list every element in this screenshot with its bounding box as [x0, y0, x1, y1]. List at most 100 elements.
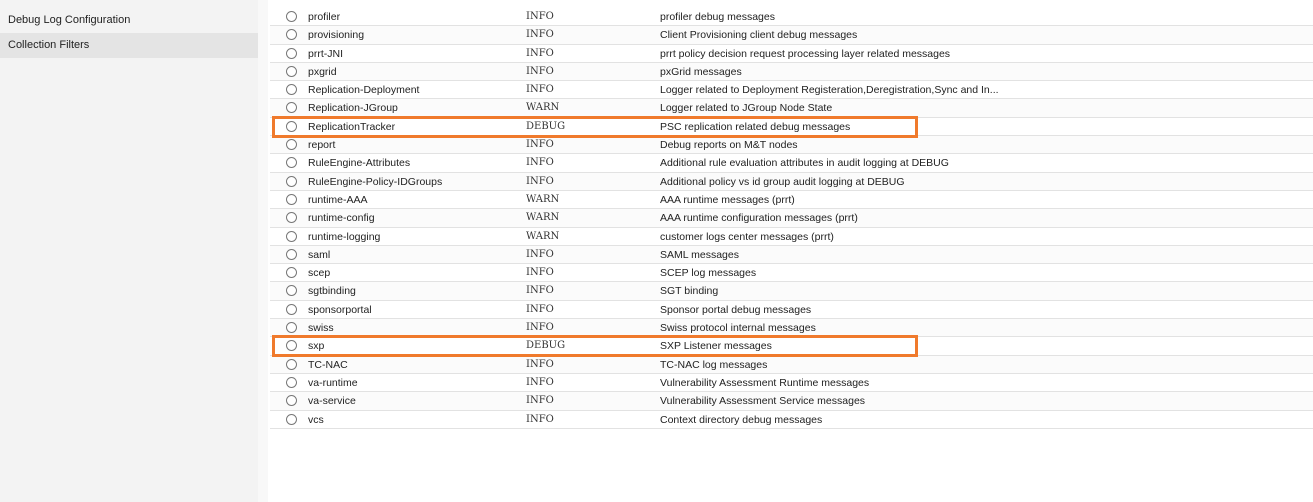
table-row[interactable]: saml INFO SAML messages	[270, 245, 1313, 265]
row-radio-button[interactable]	[286, 395, 297, 407]
component-name: vcs	[308, 413, 324, 426]
table-row[interactable]: swiss INFO Swiss protocol internal message…	[270, 319, 1313, 338]
row-radio-button[interactable]	[286, 102, 297, 114]
log-level: WARN	[526, 212, 560, 224]
component-name: Replication-JGroup	[308, 102, 398, 115]
log-level: INFO	[526, 376, 554, 388]
component-description: pxGrid messages	[660, 65, 742, 78]
table-row[interactable]: sponsorportal INFO Sponsor portal debug me…	[270, 300, 1313, 320]
component-name: RuleEngine-Attributes	[308, 157, 411, 170]
table-row[interactable]: scep INFO SCEP log messages	[270, 264, 1313, 283]
row-radio-button[interactable]	[286, 322, 297, 334]
table-row[interactable]: provisioning INFO Client Provisioning clie…	[270, 26, 1313, 45]
component-description: customer logs center messages (prrt)	[660, 230, 834, 243]
row-radio-button[interactable]	[286, 11, 297, 22]
component-name: swiss	[308, 322, 334, 335]
component-name: RuleEngine-Policy-IDGroups	[308, 175, 443, 188]
row-radio-button[interactable]	[286, 139, 297, 151]
log-level: WARN	[526, 230, 560, 242]
component-name: sxp	[308, 340, 325, 353]
component-name: runtime-config	[308, 212, 375, 225]
log-level: INFO	[526, 358, 554, 370]
component-name: sgtbinding	[308, 285, 356, 298]
table-row[interactable]: sxp DEBUG SXP Listener messages	[270, 337, 1313, 356]
component-description: Logger related to Deployment Registerati…	[660, 84, 999, 97]
component-description: Sponsor portal debug messages	[660, 303, 812, 316]
table-row[interactable]: pxgrid INFO pxGrid messages	[270, 62, 1313, 82]
row-radio-button[interactable]	[286, 303, 297, 315]
table-row[interactable]: runtime-logging WARN customer logs center …	[270, 227, 1313, 246]
table-row[interactable]: runtime-config WARN AAA runtime configurat…	[270, 209, 1313, 228]
component-name: profiler	[308, 11, 341, 23]
row-radio-button[interactable]	[286, 47, 297, 59]
component-description: Additional rule evaluation attributes in…	[660, 157, 949, 170]
table-row[interactable]: RuleEngine-Policy-IDGroups INFO Additional…	[270, 172, 1313, 191]
row-radio-button[interactable]	[286, 230, 297, 242]
component-name: provisioning	[308, 29, 365, 42]
log-level: DEBUG	[526, 120, 566, 132]
sidebar: Debug Log Configuration Collection Filte…	[0, 0, 258, 502]
row-radio-button[interactable]	[286, 65, 297, 77]
table-row[interactable]: vcs INFO Context directory debug messages	[270, 410, 1313, 429]
panel-divider	[258, 0, 268, 502]
row-radio-button[interactable]	[286, 212, 297, 224]
table-row[interactable]: runtime-AAA WARN AAA runtime messages (prr…	[270, 190, 1313, 210]
row-radio-button[interactable]	[286, 376, 297, 388]
row-radio-button[interactable]	[286, 157, 297, 169]
table-row[interactable]: report INFO Debug reports on M&T nodes	[270, 136, 1313, 155]
component-description: AAA runtime messages (prrt)	[660, 193, 795, 206]
table-row[interactable]: va-service INFO Vulnerability Assessment S…	[270, 392, 1313, 411]
component-description: AAA runtime configuration messages (prrt…	[660, 212, 858, 225]
component-description: profiler debug messages	[660, 11, 775, 23]
row-radio-button[interactable]	[286, 193, 297, 205]
component-description: TC-NAC log messages	[660, 358, 768, 371]
log-level: INFO	[526, 65, 554, 77]
row-radio-button[interactable]	[286, 413, 297, 425]
table-row[interactable]: Replication-Deployment INFO Logger related…	[270, 81, 1313, 100]
log-level: INFO	[526, 413, 554, 425]
log-level: INFO	[526, 84, 554, 96]
component-description: SAML messages	[660, 248, 739, 261]
component-name: pxgrid	[308, 65, 337, 78]
nav-item-collection-filters[interactable]: Collection Filters	[0, 33, 258, 58]
log-level: INFO	[526, 267, 554, 279]
log-level: WARN	[526, 102, 560, 114]
component-name: Replication-Deployment	[308, 84, 420, 97]
table-row[interactable]: va-runtime INFO Vulnerability Assessment R…	[270, 373, 1313, 393]
nav-item-debug-log-configuration[interactable]: Debug Log Configuration	[0, 8, 258, 33]
row-radio-button[interactable]	[286, 267, 297, 279]
log-level: WARN	[526, 193, 560, 205]
row-radio-button[interactable]	[286, 84, 297, 96]
component-description: Swiss protocol internal messages	[660, 322, 816, 335]
row-radio-button[interactable]	[286, 358, 297, 370]
row-radio-button[interactable]	[286, 285, 297, 297]
component-name: TC-NAC	[308, 358, 348, 371]
table-row[interactable]: prrt-JNI INFO prrt policy decision request…	[270, 44, 1313, 63]
log-level: INFO	[526, 29, 554, 41]
table-row[interactable]: ReplicationTracker DEBUG PSC replication r…	[270, 117, 1313, 137]
component-name: scep	[308, 267, 331, 280]
table-row[interactable]: profiler INFO profiler debug messages	[270, 8, 1313, 27]
component-name: va-service	[308, 395, 356, 408]
table-row[interactable]: sgtbinding INFO SGT binding	[270, 282, 1313, 301]
row-radio-button[interactable]	[286, 248, 297, 260]
row-radio-button[interactable]	[286, 340, 297, 352]
component-description: prrt policy decision request processing …	[660, 47, 951, 60]
table-row[interactable]: TC-NAC INFO TC-NAC log messages	[270, 355, 1313, 374]
row-radio-button[interactable]	[286, 120, 297, 132]
component-description: SXP Listener messages	[660, 340, 772, 353]
row-radio-button[interactable]	[286, 175, 297, 187]
row-radio-button[interactable]	[286, 29, 297, 41]
component-description: SCEP log messages	[660, 267, 757, 280]
table-row[interactable]: Replication-JGroup WARN Logger related to …	[270, 99, 1313, 118]
component-name: runtime-AAA	[308, 193, 368, 206]
log-level: INFO	[526, 322, 554, 334]
component-description: Client Provisioning client debug message…	[660, 29, 858, 42]
log-level: INFO	[526, 175, 554, 187]
table-row[interactable]: RuleEngine-Attributes INFO Additional rule…	[270, 154, 1313, 173]
component-name: prrt-JNI	[308, 47, 343, 60]
component-name: sponsorportal	[308, 303, 372, 316]
component-description: Debug reports on M&T nodes	[660, 139, 798, 152]
log-level: INFO	[526, 157, 554, 169]
debug-log-table: profiler INFO profiler debug messages provi…	[270, 8, 1313, 429]
